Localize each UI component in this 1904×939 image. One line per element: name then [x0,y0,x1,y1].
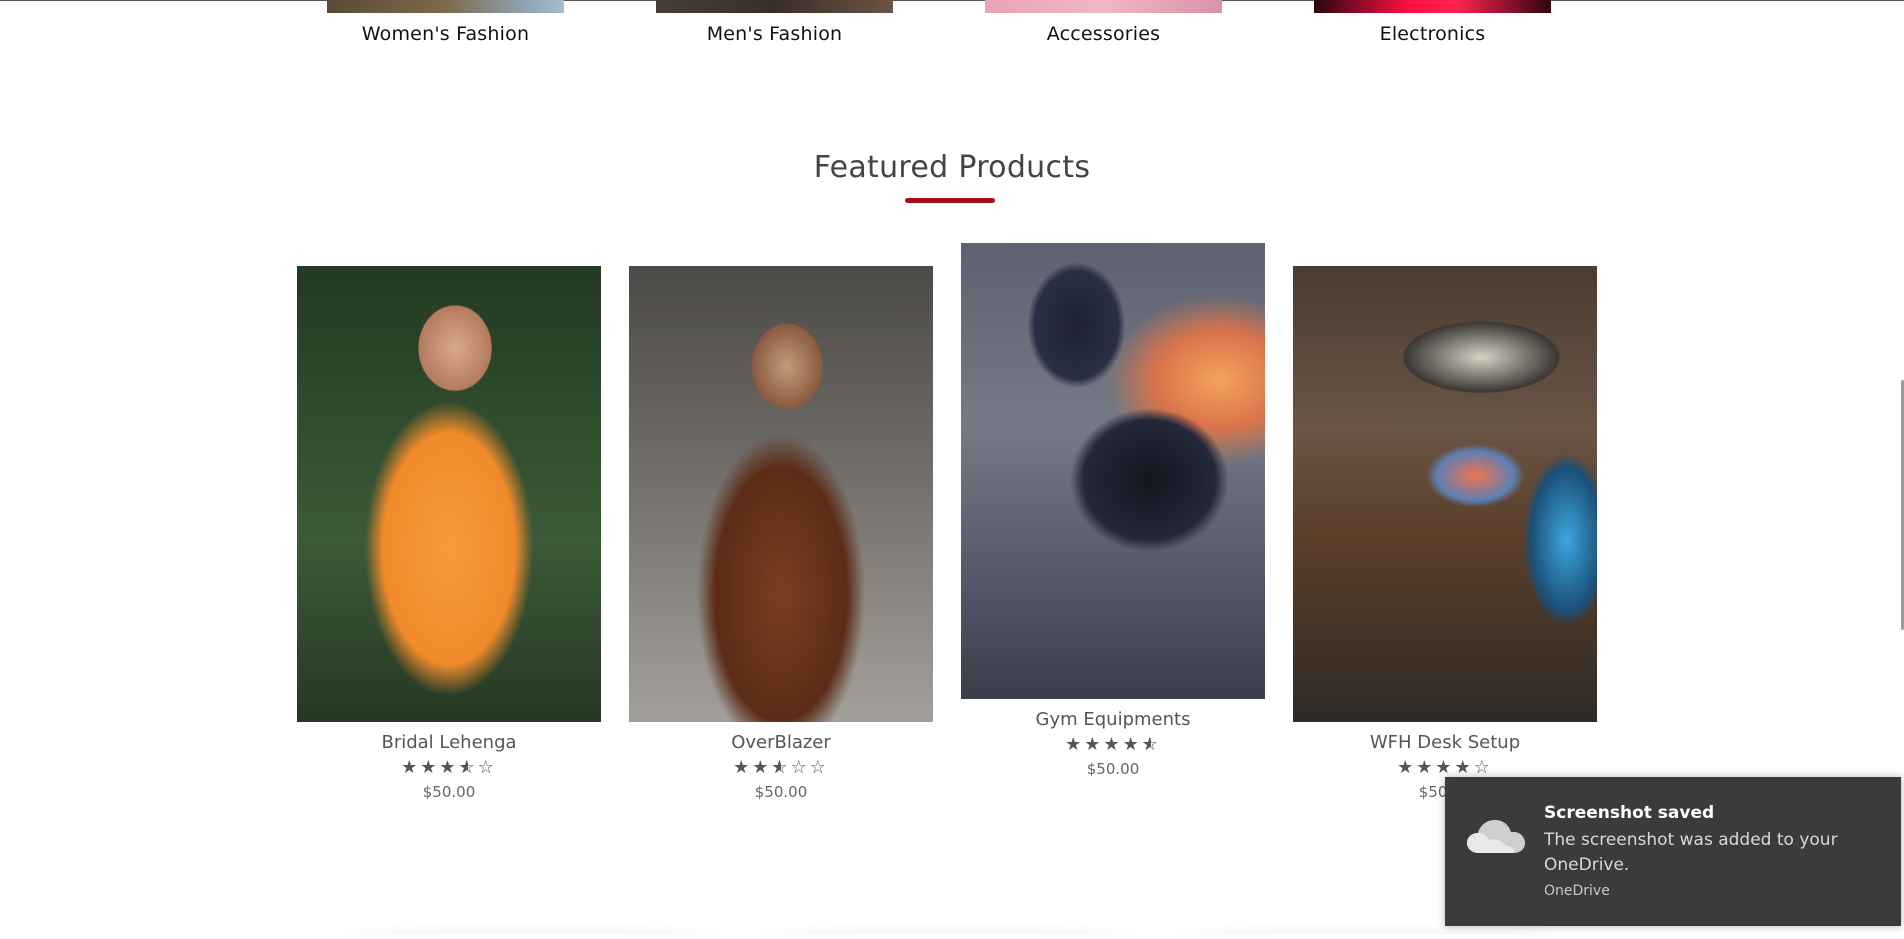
star-empty-icon: ☆ [790,757,810,778]
star-half-icon: ☆★ [771,757,791,778]
star-empty-icon: ☆ [809,757,829,778]
star-full-icon: ★ [733,757,753,778]
onedrive-toast[interactable]: Screenshot saved The screenshot was adde… [1445,777,1901,926]
category-image[interactable] [1314,0,1551,13]
product-image[interactable] [297,266,601,722]
next-section-card [340,934,720,939]
star-full-icon: ★ [439,757,459,778]
category-label[interactable]: Women's Fashion [327,23,564,45]
category-image[interactable] [656,0,893,13]
product-name[interactable]: OverBlazer [629,732,933,753]
product-price: $50.00 [422,783,476,801]
category-electronics[interactable]: Electronics [1314,0,1551,45]
star-full-icon: ★ [1416,757,1436,778]
toast-title: Screenshot saved [1544,803,1715,823]
product-card[interactable]: OverBlazer ★★☆★☆☆ $50.00 [629,266,933,801]
category-image[interactable] [985,0,1222,13]
star-full-icon: ★ [1065,734,1085,755]
top-divider [0,0,1904,1]
star-full-icon: ★ [1084,734,1104,755]
product-image[interactable] [629,266,933,722]
star-rating: ★★★★☆★ [961,734,1265,756]
star-full-icon: ★ [420,757,440,778]
star-rating: ★★★★☆ [1293,757,1597,779]
toast-body: The screenshot was added to your OneDriv… [1544,830,1838,875]
category-womens-fashion[interactable]: Women's Fashion [327,0,564,45]
category-label[interactable]: Accessories [985,23,1222,45]
star-full-icon: ★ [1397,757,1417,778]
star-empty-icon: ☆ [477,757,497,778]
star-rating: ★★☆★☆☆ [629,757,933,779]
product-image[interactable] [961,243,1265,699]
product-card[interactable]: Bridal Lehenga ★★★☆★☆ $50.00 [297,266,601,801]
star-rating: ★★★☆★☆ [297,757,601,779]
product-card[interactable]: Gym Equipments ★★★★☆★ $50.00 [961,243,1265,778]
star-empty-icon: ☆ [1473,757,1493,778]
cloud-icon [1467,820,1525,853]
section-title: Featured Products [813,150,1091,185]
product-name[interactable]: Gym Equipments [961,709,1265,730]
star-full-icon: ★ [1454,757,1474,778]
star-full-icon: ★ [752,757,772,778]
next-section-card [1176,934,1556,939]
product-name[interactable]: WFH Desk Setup [1293,732,1597,753]
star-full-icon: ★ [401,757,421,778]
toast-app-name: OneDrive [1544,883,1610,899]
product-price: $50.00 [754,783,808,801]
title-underline [905,198,995,203]
product-card[interactable]: WFH Desk Setup ★★★★☆ $50.00 [1293,266,1597,801]
product-name[interactable]: Bridal Lehenga [297,732,601,753]
category-label[interactable]: Electronics [1314,23,1551,45]
category-image[interactable] [327,0,564,13]
star-full-icon: ★ [1103,734,1123,755]
product-price: $50.00 [1086,760,1140,778]
star-full-icon: ★ [1122,734,1142,755]
next-section-card [758,934,1138,939]
product-image[interactable] [1293,266,1597,722]
star-half-icon: ☆★ [1141,734,1161,755]
star-half-icon: ☆★ [458,757,478,778]
category-mens-fashion[interactable]: Men's Fashion [656,0,893,45]
page: Women's Fashion Men's Fashion Accessorie… [0,0,1904,939]
star-full-icon: ★ [1435,757,1455,778]
category-label[interactable]: Men's Fashion [656,23,893,45]
category-accessories[interactable]: Accessories [985,0,1222,45]
